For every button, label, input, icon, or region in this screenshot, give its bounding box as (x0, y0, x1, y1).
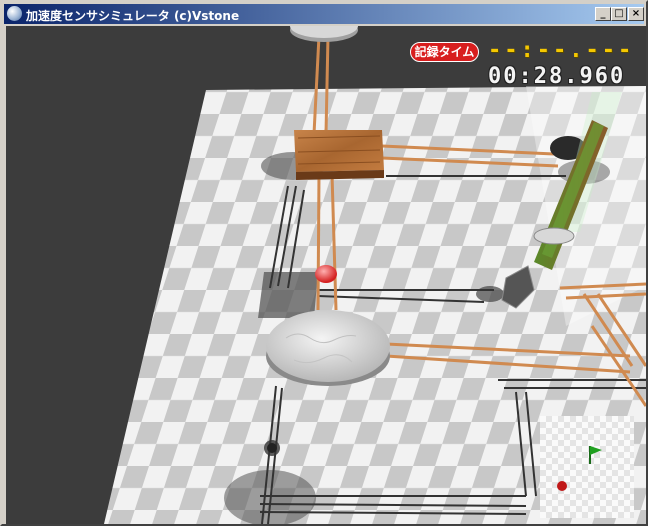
red-ball (315, 265, 337, 283)
maximize-button[interactable]: □ (611, 7, 627, 21)
elapsed-time-display: 00:28.960 (488, 64, 626, 89)
ball-marker-icon (557, 481, 567, 491)
minimize-button[interactable]: _ (595, 7, 611, 21)
close-button[interactable]: × (628, 7, 644, 21)
3d-viewport[interactable]: 記録タイム --:--.--- 00:28.960 (6, 26, 646, 524)
title-bar[interactable]: 加速度センサシミュレータ (c)Vstone _ □ × (4, 4, 644, 24)
minimap (540, 416, 634, 518)
goal-flag-icon (589, 446, 602, 464)
record-time-display: --:--.--- (488, 38, 635, 63)
app-icon[interactable] (7, 6, 22, 21)
stone-pillar (266, 310, 390, 386)
app-window: 加速度センサシミュレータ (c)Vstone _ □ × 記録タイム --:--… (0, 0, 648, 526)
wooden-block (294, 130, 384, 180)
ball-shadow (258, 272, 318, 318)
record-time-label: 記録タイム (410, 42, 479, 62)
window-title: 加速度センサシミュレータ (c)Vstone (26, 9, 240, 23)
